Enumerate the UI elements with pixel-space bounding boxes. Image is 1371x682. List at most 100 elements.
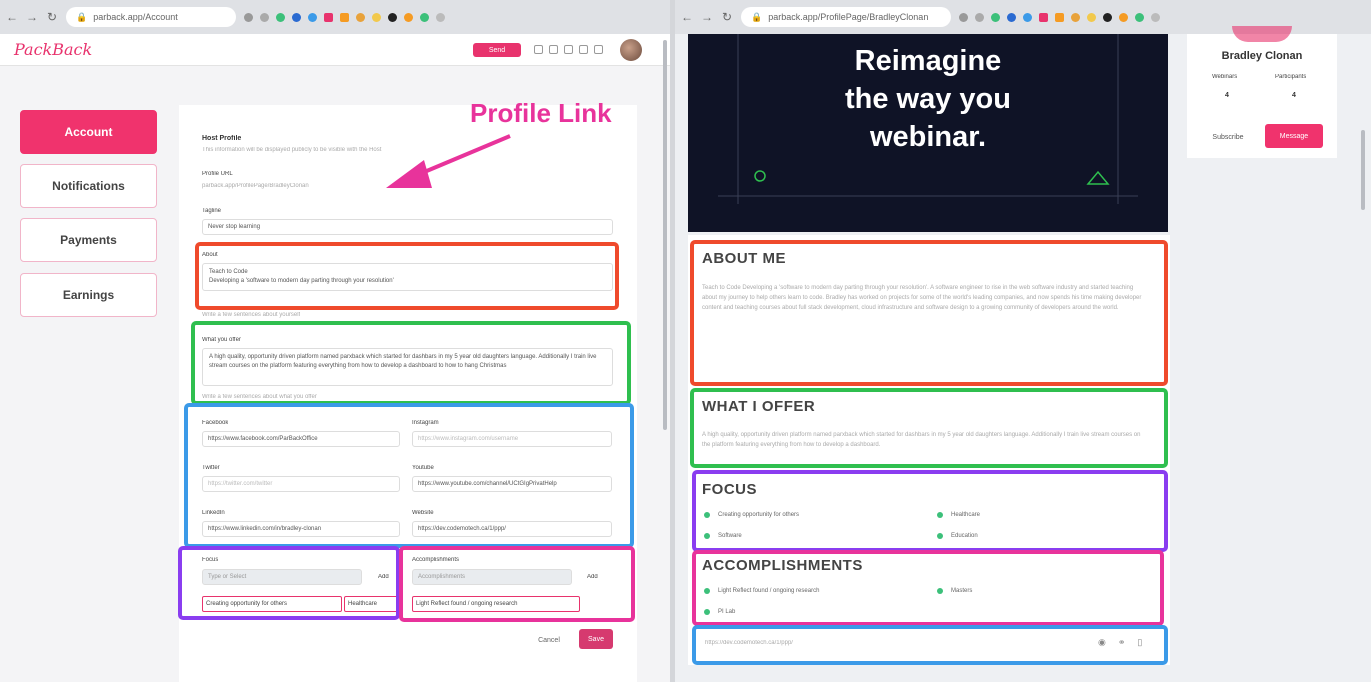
sidebar-item-payments[interactable]: Payments [20,218,157,262]
website-input[interactable]: https://dev.codemotech.ca/1/ppp/ [412,521,612,537]
extension-icon[interactable] [388,12,397,22]
bullet-dot [704,512,710,518]
about-textarea[interactable]: Teach to Code Developing a 'software to … [202,263,613,291]
zoom-icon[interactable] [244,12,253,22]
extension-icon[interactable] [1087,12,1096,22]
tagline-input[interactable]: Never stop learning [202,219,613,235]
extension-icon[interactable] [991,12,1000,22]
zoom-icon[interactable] [959,12,968,22]
accomplishment-item: Light Reflect found / ongoing research [704,588,819,594]
extension-icon[interactable] [1119,12,1128,22]
extension-icon[interactable] [308,12,317,22]
focus-add-button[interactable]: Add [378,574,389,580]
copy-icon[interactable] [579,45,588,54]
eye-icon[interactable]: ◉ [1098,637,1106,648]
address-bar[interactable]: 🔒 parback.app/Account [66,7,236,27]
trash-icon[interactable]: ▯ [1137,637,1142,648]
focus-tag-select[interactable]: Healthcare [344,596,399,612]
focus-item: Software [704,533,742,539]
cancel-button[interactable]: Cancel [534,631,564,649]
extension-icon[interactable] [420,12,429,22]
focus-item: Education [937,533,978,539]
accomplishments-title: ACCOMPLISHMENTS [702,557,863,574]
hero-banner: Reimagine the way you webinar. [688,34,1168,232]
website-link[interactable]: https://dev.codemotech.ca/1/ppp/ [705,640,793,646]
sidebar-item-account[interactable]: Account [20,110,157,154]
extension-icon[interactable] [1023,12,1032,22]
page-scrollbar[interactable] [1361,130,1365,210]
instagram-label: Instagram [412,420,439,426]
print-icon[interactable] [564,45,573,54]
extension-icon[interactable] [404,12,413,22]
back-icon[interactable]: ← [6,10,18,24]
bullet-dot [937,512,943,518]
link-icon[interactable]: ⚭ [1118,637,1126,648]
extension-icon[interactable] [1103,12,1112,22]
send-button[interactable]: Send [473,43,521,57]
about-title: ABOUT ME [702,250,786,267]
extension-icon[interactable] [1135,12,1144,22]
left-browser-window: ← → ↻ 🔒 parback.app/Account PackBack Sen… [0,0,670,682]
address-bar[interactable]: 🔒 parback.app/ProfilePage/BradleyClonan [741,7,951,27]
bullet-dot [704,609,710,615]
star-icon[interactable] [260,12,269,22]
extension-icon[interactable] [1039,12,1048,22]
extension-icon[interactable] [324,12,333,22]
sidebar-item-notifications[interactable]: Notifications [20,164,157,208]
facebook-input[interactable]: https://www.facebook.com/ParBackOffice [202,431,400,447]
extension-icon[interactable] [1151,12,1160,22]
bullet-dot [937,533,943,539]
offer-label: What you offer [202,337,241,343]
tagline-label: Tagline [202,208,222,214]
extension-icon[interactable] [1007,12,1016,22]
linkedin-input[interactable]: https://www.linkedin.com/in/bradley-clon… [202,521,400,537]
extension-icon[interactable] [276,12,285,22]
forward-icon[interactable]: → [701,10,713,24]
focus-tag-select[interactable]: Creating opportunity for others [202,596,342,612]
profile-link-value[interactable]: parback.app/ProfilePage/BradleyClonan [202,183,309,189]
extension-icon[interactable] [356,12,365,22]
settings-icon[interactable] [594,45,603,54]
forward-icon[interactable]: → [26,10,38,24]
app-header: PackBack Send [0,34,670,66]
facebook-label: Facebook [202,420,229,426]
app-logo[interactable]: PackBack [14,40,92,59]
instagram-input[interactable]: https://www.instagram.com/username [412,431,612,447]
reload-icon[interactable]: ↻ [46,10,58,24]
calendar-icon[interactable] [549,45,558,54]
sidebar-item-earnings[interactable]: Earnings [20,273,157,317]
extension-icon[interactable] [292,12,301,22]
about-text: Teach to Code Developing a 'software to … [702,285,1142,311]
star-icon[interactable] [975,12,984,22]
about-line: Teach to Code [209,269,248,275]
focus-input[interactable]: Type or Select [202,569,362,585]
accomplishment-item: PI Lab [704,609,735,615]
accomplishments-tag-select[interactable]: Light Reflect found / ongoing research [412,596,580,612]
back-icon[interactable]: ← [681,10,693,24]
profile-link-label: Profile URL [202,171,233,177]
subscribe-button[interactable]: Subscribe [1200,126,1256,148]
extension-icon[interactable] [1055,12,1064,22]
extension-icon[interactable] [340,12,349,22]
reload-icon[interactable]: ↻ [721,10,733,24]
offer-title: WHAT I OFFER [702,398,816,415]
header-icon-group [534,45,603,54]
offer-text: A high quality, opportunity driven platf… [702,432,1141,448]
youtube-input[interactable]: https://www.youtube.com/channel/UCtGIgPr… [412,476,612,492]
user-avatar[interactable] [620,39,642,61]
host-profile-card: Bradley Clonan Webinars 4 Participants 4… [1187,26,1337,158]
save-button[interactable]: Save [579,629,613,649]
participants-label: Participants [1275,74,1307,80]
extension-icon[interactable] [372,12,381,22]
participants-count: 4 [1292,92,1296,99]
extension-icon[interactable] [436,12,445,22]
accomplishments-input[interactable]: Accomplishments [412,569,572,585]
address-text: parback.app/Account [93,12,178,22]
extension-icon[interactable] [1071,12,1080,22]
bell-icon[interactable] [534,45,543,54]
twitter-input[interactable]: https://twitter.com/twitter [202,476,400,492]
accomplishments-add-button[interactable]: Add [587,574,598,580]
page-scrollbar[interactable] [663,40,667,430]
offer-textarea[interactable]: A high quality, opportunity driven platf… [202,348,613,386]
message-button[interactable]: Message [1265,124,1323,148]
